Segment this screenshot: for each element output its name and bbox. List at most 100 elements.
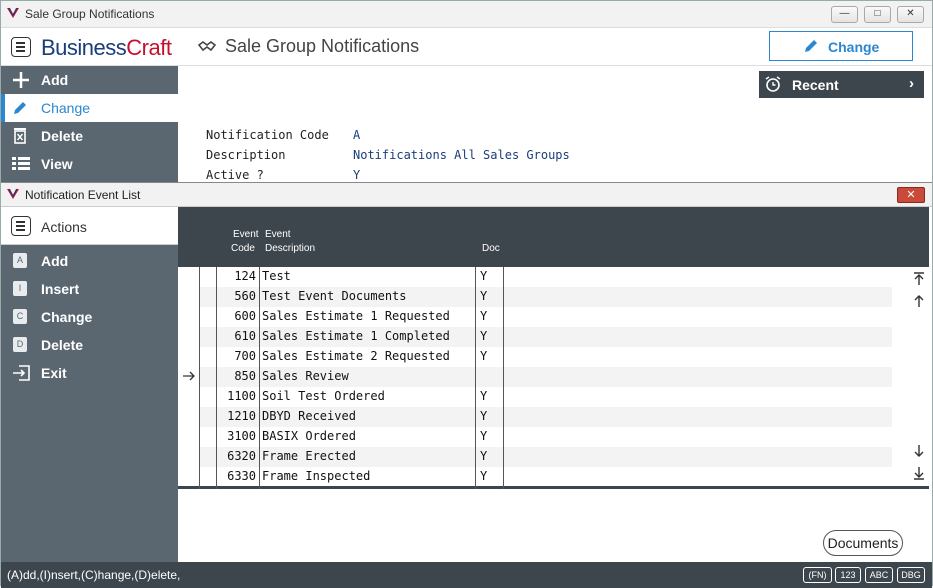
cell-event-code: 124 [234, 269, 256, 283]
table-row[interactable]: 560 Test Event Documents Y [199, 287, 892, 307]
key-d-icon: D [13, 337, 27, 352]
brand-logo: BusinessCraft [41, 35, 172, 60]
list-icon [12, 157, 30, 170]
field-label-description: Description [206, 148, 286, 162]
close-window-button[interactable]: ✕ [897, 6, 924, 23]
app-logo-icon [7, 188, 19, 199]
cell-event-code: 6330 [227, 469, 256, 483]
cell-event-code: 850 [234, 369, 256, 383]
window-title: Sale Group Notifications [25, 7, 155, 21]
trash-icon [14, 128, 26, 144]
cell-doc: Y [480, 289, 488, 303]
alarm-clock-icon [765, 76, 781, 92]
sidebar-item-change[interactable]: Change [1, 94, 178, 122]
app-logo-icon [7, 7, 19, 18]
action-delete[interactable]: D Delete [1, 331, 178, 359]
inner-title-bar: Notification Event List ✕ [1, 183, 932, 207]
change-button-label: Change [828, 39, 880, 55]
handshake-icon [198, 41, 216, 52]
minimize-button[interactable]: — [831, 6, 858, 23]
field-label-active: Active ? [206, 168, 264, 182]
table-row[interactable]: 1210 DBYD Received Y [199, 407, 892, 427]
key-i-icon: I [13, 281, 27, 296]
sidebar-item-delete[interactable]: Delete [1, 122, 178, 150]
cell-event-code: 1210 [227, 409, 256, 423]
cell-event-code: 600 [234, 309, 256, 323]
maximize-button[interactable]: □ [864, 6, 891, 23]
cell-event-description: Frame Inspected [262, 469, 371, 483]
status-bar: (A)dd,(I)nsert,(C)hange,(D)elete, (FN) 1… [1, 562, 932, 588]
cell-event-description: DBYD Received [262, 409, 356, 423]
scroll-up-icon[interactable] [913, 294, 925, 308]
close-inner-button[interactable]: ✕ [897, 187, 925, 203]
table-row[interactable]: 6330 Frame Inspected Y [199, 467, 892, 487]
col-header-code-line2: Code [231, 243, 255, 254]
scroll-bottom-icon[interactable] [913, 466, 925, 480]
cell-event-description: Test Event Documents [262, 289, 407, 303]
status-badge-fn: (FN) [803, 567, 832, 583]
action-insert[interactable]: I Insert [1, 275, 178, 303]
table-row[interactable]: 124 Test Y [199, 267, 892, 287]
status-badge-abc: ABC [865, 567, 893, 583]
table-row[interactable]: 610 Sales Estimate 1 Completed Y [199, 327, 892, 347]
action-add[interactable]: A Add [1, 247, 178, 275]
col-header-code-line1: Event [233, 229, 259, 240]
app-header: BusinessCraft Sale Group Notifications C… [1, 28, 932, 66]
exit-icon [13, 365, 30, 381]
event-list-window: Notification Event List ✕ Actions A Add … [1, 182, 932, 588]
cell-event-code: 610 [234, 329, 256, 343]
cell-event-code: 560 [234, 289, 256, 303]
cell-event-description: Sales Review [262, 369, 349, 383]
action-exit[interactable]: Exit [1, 359, 178, 387]
status-badge-dbg: DBG [897, 567, 925, 583]
table-row[interactable]: 850 Sales Review [199, 367, 892, 387]
table-row[interactable]: 600 Sales Estimate 1 Requested Y [199, 307, 892, 327]
hamburger-menu-icon[interactable] [11, 37, 31, 57]
cell-event-description: Sales Estimate 2 Requested [262, 349, 450, 363]
recent-button[interactable]: Recent › [759, 71, 924, 98]
event-grid: 124 Test Y 560 Test Event Documents Y 600 Sales… [178, 267, 929, 489]
pencil-icon [14, 102, 26, 114]
chevron-right-icon: › [909, 75, 914, 92]
main-window: Sale Group Notifications — □ ✕ BusinessC… [0, 0, 933, 588]
pencil-icon [805, 40, 817, 52]
table-row[interactable]: 1100 Soil Test Ordered Y [199, 387, 892, 407]
cell-doc: Y [480, 329, 488, 343]
actions-sidebar: Actions A Add I Insert C Change D Delete [1, 207, 178, 562]
cell-doc: Y [480, 309, 488, 323]
field-value-notification-code: A [353, 128, 361, 142]
table-row[interactable]: 3100 BASIX Ordered Y [199, 427, 892, 447]
recent-label: Recent [792, 77, 839, 93]
table-row[interactable]: 700 Sales Estimate 2 Requested Y [199, 347, 892, 367]
scroll-down-icon[interactable] [913, 444, 925, 458]
documents-button[interactable]: Documents [823, 530, 903, 556]
title-bar: Sale Group Notifications — □ ✕ [1, 1, 932, 28]
scroll-top-icon[interactable] [913, 272, 925, 286]
cell-doc: Y [480, 389, 488, 403]
status-badge-123: 123 [835, 567, 861, 583]
table-row[interactable]: 6320 Frame Erected Y [199, 447, 892, 467]
cell-doc: Y [480, 449, 488, 463]
status-hint: (A)dd,(I)nsert,(C)hange,(D)elete, [7, 568, 181, 582]
col-header-desc-line2: Description [265, 243, 316, 254]
cell-event-description: Sales Estimate 1 Requested [262, 309, 450, 323]
cell-event-description: Sales Estimate 1 Completed [262, 329, 450, 343]
cell-doc: Y [480, 269, 488, 283]
cell-doc: Y [480, 469, 488, 483]
cell-event-code: 700 [234, 349, 256, 363]
cell-event-description: BASIX Ordered [262, 429, 356, 443]
col-header-doc: Doc [482, 243, 500, 254]
sidebar-item-view[interactable]: View [1, 150, 178, 178]
cell-event-description: Test [262, 269, 291, 283]
sidebar-item-add[interactable]: Add [1, 66, 178, 94]
cell-event-code: 3100 [227, 429, 256, 443]
action-change[interactable]: C Change [1, 303, 178, 331]
grid-header: Event Code Event Description Doc [178, 207, 929, 267]
key-a-icon: A [13, 253, 27, 268]
cell-event-code: 1100 [227, 389, 256, 403]
change-button[interactable]: Change [769, 31, 913, 61]
hamburger-menu-icon [11, 216, 31, 236]
inner-window-title: Notification Event List [25, 188, 141, 202]
cell-doc: Y [480, 429, 488, 443]
actions-header[interactable]: Actions [1, 207, 178, 245]
